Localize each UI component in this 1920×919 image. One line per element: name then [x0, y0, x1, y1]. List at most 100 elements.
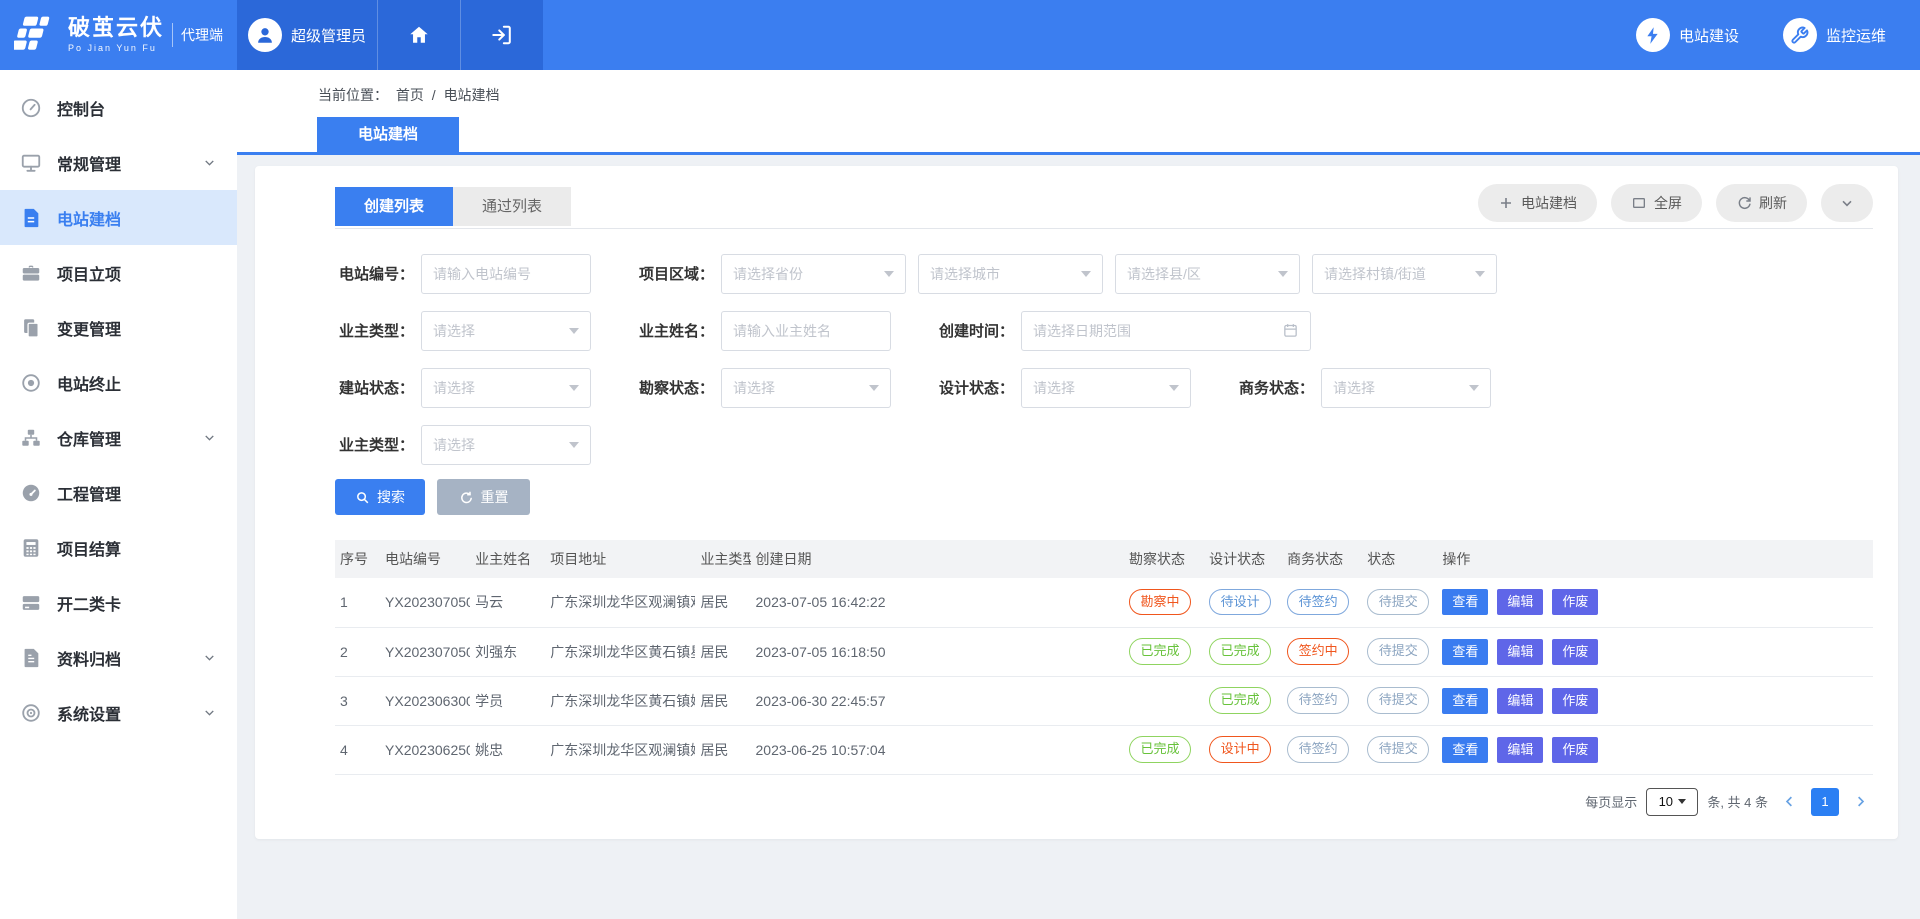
city-select[interactable]: 请选择城市: [918, 254, 1103, 294]
caret-down-icon: [1475, 271, 1485, 277]
build-status-select[interactable]: 请选择: [421, 368, 591, 408]
caret-down-icon: [1278, 271, 1288, 277]
plant-id-cell: YX2023063000009: [380, 676, 470, 725]
avatar: [248, 18, 282, 52]
owner-name-input[interactable]: [721, 311, 891, 351]
next-page-button[interactable]: [1848, 794, 1873, 809]
owner-name-cell: 姚忠: [470, 725, 545, 774]
prev-page-button[interactable]: [1777, 794, 1802, 809]
view-button[interactable]: 查看: [1442, 589, 1488, 615]
card-icon: [20, 592, 42, 614]
sidebar-item-label: 控制台: [57, 96, 217, 120]
breadcrumb-label: 当前位置：: [318, 87, 388, 103]
reset-button[interactable]: 重置: [437, 479, 530, 515]
edit-button[interactable]: 编辑: [1497, 639, 1543, 665]
sidebar-item-label: 仓库管理: [57, 426, 202, 450]
view-button[interactable]: 查看: [1442, 639, 1488, 665]
sidebar-item-project-initiation[interactable]: 项目立项: [0, 245, 237, 300]
caret-down-icon: [569, 328, 579, 334]
fullscreen-button[interactable]: 全屏: [1611, 184, 1702, 222]
sidebar-item-warehouse-management[interactable]: 仓库管理: [0, 410, 237, 465]
filter-region: 项目区域： 请选择省份 请选择城市 请选择县/区 请选择村镇/街道: [635, 254, 1497, 294]
sidebar-item-console[interactable]: 控制台: [0, 80, 237, 135]
sidebar-item-system-settings[interactable]: 系统设置: [0, 685, 237, 740]
date-range-input[interactable]: 请选择日期范围: [1021, 311, 1311, 351]
void-button[interactable]: 作废: [1552, 688, 1598, 714]
sidebar-item-label: 项目结算: [57, 536, 217, 560]
plant-id-cell: YX2023070500011: [380, 578, 470, 627]
void-button[interactable]: 作废: [1552, 589, 1598, 615]
owner-type2-select[interactable]: 请选择: [421, 425, 591, 465]
reset-icon: [459, 490, 474, 505]
user-name: 超级管理员: [291, 25, 366, 46]
search-icon: [355, 490, 370, 505]
collapse-button[interactable]: [1821, 184, 1873, 222]
sidebar-item-engineering-management[interactable]: 工程管理: [0, 465, 237, 520]
home-button[interactable]: [377, 0, 460, 70]
brand-title: 破茧云伏: [68, 17, 164, 39]
owner-type2-label: 业主类型：: [335, 434, 421, 455]
tab-passed-list[interactable]: 通过列表: [453, 187, 571, 226]
view-button[interactable]: 查看: [1442, 737, 1488, 763]
edit-button[interactable]: 编辑: [1497, 737, 1543, 763]
void-button[interactable]: 作废: [1552, 737, 1598, 763]
county-select[interactable]: 请选择县/区: [1115, 254, 1300, 294]
nav-plant-construction[interactable]: 电站建设: [1636, 18, 1739, 52]
stop-icon: [20, 372, 42, 394]
refresh-button[interactable]: 刷新: [1716, 184, 1807, 222]
pagination: 每页显示 10 条, 共 4 条 1: [335, 775, 1873, 829]
void-button[interactable]: 作废: [1552, 639, 1598, 665]
chevron-down-icon: [202, 430, 217, 445]
edit-button[interactable]: 编辑: [1497, 688, 1543, 714]
calculator-icon: [20, 537, 42, 559]
status-status-cell: 待提交: [1362, 676, 1437, 725]
plant-no-label: 电站编号：: [335, 263, 421, 284]
sidebar-item-plant-termination[interactable]: 电站终止: [0, 355, 237, 410]
survey-status-select[interactable]: 请选择: [721, 368, 891, 408]
search-button[interactable]: 搜索: [335, 479, 425, 515]
business-status-select[interactable]: 请选择: [1321, 368, 1491, 408]
sidebar-item-project-settlement[interactable]: 项目结算: [0, 520, 237, 575]
current-page-button[interactable]: 1: [1811, 788, 1839, 816]
town-select[interactable]: 请选择村镇/街道: [1312, 254, 1497, 294]
design-status-select[interactable]: 请选择: [1021, 368, 1191, 408]
sidebar-item-general-management[interactable]: 常规管理: [0, 135, 237, 190]
tab-created-list[interactable]: 创建列表: [335, 187, 453, 226]
province-select[interactable]: 请选择省份: [721, 254, 906, 294]
breadcrumb-home[interactable]: 首页: [396, 87, 424, 103]
dashboard-icon: [20, 97, 42, 119]
main-content: 当前位置： 首页 / 电站建档 电站建档 创建列表 通过列表: [237, 70, 1920, 919]
filter-build-status: 建站状态： 请选择: [335, 368, 635, 408]
header-actions: 电站建档 全屏 刷新: [1478, 184, 1873, 228]
filter-owner-name: 业主姓名：: [635, 311, 935, 351]
create-plant-button[interactable]: 电站建档: [1478, 184, 1597, 222]
owner-name-cell: 马云: [470, 578, 545, 627]
sidebar-item-change-management[interactable]: 变更管理: [0, 300, 237, 355]
page-tab-plant-filing[interactable]: 电站建档: [317, 117, 459, 152]
logout-button[interactable]: [460, 0, 543, 70]
status-badge: 已完成: [1129, 638, 1191, 664]
per-page-select[interactable]: 10: [1646, 788, 1698, 816]
view-button[interactable]: 查看: [1442, 688, 1488, 714]
lightning-icon: [1636, 18, 1670, 52]
sidebar-item-data-archive[interactable]: 资料归档: [0, 630, 237, 685]
survey-status-label: 勘察状态：: [635, 377, 721, 398]
user-chip[interactable]: 超级管理员: [237, 0, 377, 70]
edit-button[interactable]: 编辑: [1497, 589, 1543, 615]
sidebar-item-label: 变更管理: [57, 316, 217, 340]
nav-monitor-ops[interactable]: 监控运维: [1783, 18, 1886, 52]
sidebar-item-type2-card[interactable]: 开二类卡: [0, 575, 237, 630]
column-header: 操作: [1437, 540, 1873, 578]
owner-type-select[interactable]: 请选择: [421, 311, 591, 351]
chevron-right-icon: [1853, 794, 1868, 809]
portal-label: 代理端: [172, 23, 223, 47]
filter-business-status: 商务状态： 请选择: [1235, 368, 1535, 408]
refresh-icon: [1736, 195, 1752, 211]
brand-area: 破茧云伏 Po Jian Yun Fu 代理端: [0, 0, 237, 70]
design-status-cell: 已完成: [1204, 627, 1282, 676]
sidebar-item-plant-filing[interactable]: 电站建档: [0, 190, 237, 245]
plant-no-input[interactable]: [421, 254, 591, 294]
sidebar-item-label: 电站建档: [57, 206, 217, 230]
design-status-label: 设计状态：: [935, 377, 1021, 398]
seq-cell: 1: [335, 578, 380, 627]
